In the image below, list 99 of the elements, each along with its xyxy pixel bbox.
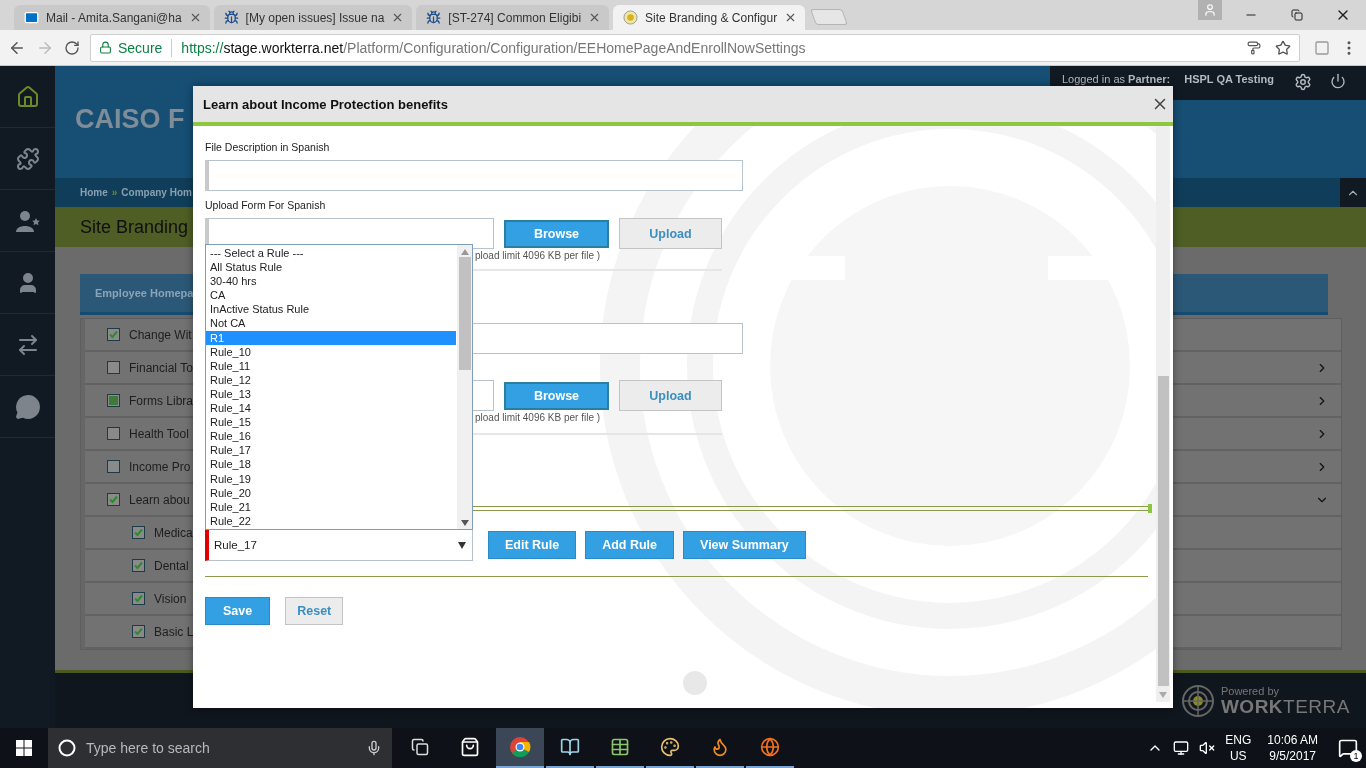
puzzle-icon bbox=[15, 146, 40, 171]
bug-icon bbox=[426, 10, 442, 25]
checkbox[interactable] bbox=[132, 559, 145, 572]
power-icon[interactable] bbox=[1329, 73, 1346, 89]
dropdown-option[interactable]: Rule_15 bbox=[206, 415, 456, 430]
reload-icon[interactable] bbox=[64, 39, 80, 56]
bag-icon bbox=[460, 737, 480, 757]
task-view-icon bbox=[411, 738, 429, 756]
browser-tab[interactable]: Mail - Amita.Sangani@ha bbox=[14, 5, 210, 30]
flame-icon bbox=[710, 737, 730, 757]
dropdown-option[interactable]: Rule_22 bbox=[206, 513, 456, 528]
scroll-down-icon[interactable] bbox=[460, 520, 469, 526]
dropdown-option[interactable]: Rule_18 bbox=[206, 457, 456, 472]
network-icon[interactable] bbox=[1173, 740, 1190, 756]
checkbox[interactable] bbox=[107, 460, 120, 473]
dropdown-option[interactable]: InActive Status Rule bbox=[206, 302, 456, 317]
security-status: Secure bbox=[118, 39, 163, 56]
emblem-icon bbox=[623, 10, 639, 25]
field-label: File Description in Spanish bbox=[205, 140, 330, 154]
dropdown-option[interactable]: All Status Rule bbox=[206, 260, 456, 275]
dropdown-option[interactable]: Rule_12 bbox=[206, 372, 456, 387]
upload-hint: pload limit 4096 KB per file ) bbox=[475, 250, 601, 261]
checkbox[interactable] bbox=[107, 361, 120, 374]
clock[interactable]: 10:06 AM 9/5/2017 bbox=[1267, 732, 1318, 764]
search-input[interactable]: Type here to search bbox=[84, 739, 358, 757]
login-text: Logged in as Partner: bbox=[1062, 73, 1171, 85]
row-label: Medica bbox=[154, 525, 193, 540]
dropdown-option[interactable]: --- Select a Rule --- bbox=[206, 246, 456, 261]
restore-icon[interactable] bbox=[1291, 9, 1303, 21]
row-label: Vision bbox=[154, 591, 187, 606]
dialog-title: Learn about Income Protection benefits bbox=[203, 96, 448, 112]
browser-tab[interactable]: [My open issues] Issue na bbox=[213, 5, 413, 30]
logo-icon bbox=[1180, 683, 1215, 718]
settings-icon[interactable] bbox=[1293, 73, 1312, 91]
chrome-icon bbox=[509, 736, 531, 758]
checkbox[interactable] bbox=[107, 493, 120, 506]
row-label: Income Pro bbox=[129, 459, 191, 474]
search-field[interactable]: Type here to search bbox=[48, 728, 392, 768]
dropdown-option[interactable]: 30-40 hrs bbox=[206, 274, 456, 289]
globe-icon bbox=[760, 737, 780, 757]
breadcrumb-link[interactable]: Company Hom bbox=[121, 187, 192, 198]
dropdown-option[interactable]: Rule_19 bbox=[206, 471, 456, 486]
windows-icon bbox=[16, 740, 32, 756]
dropdown-option[interactable]: Rule_10 bbox=[206, 344, 456, 359]
user-name: HSPL QA Testing bbox=[1184, 73, 1274, 85]
dropdown-option[interactable]: CA bbox=[206, 288, 456, 303]
user-star-icon bbox=[14, 208, 41, 233]
url-text: https://stage.workterra.net/Platform/Configuration/Configuration/EEHomePageAndEnrollNowSettings bbox=[181, 39, 807, 56]
row-label: Learn abou bbox=[129, 492, 190, 507]
language-indicator[interactable]: ENG US bbox=[1225, 732, 1252, 764]
volume-muted-icon[interactable] bbox=[1199, 740, 1216, 756]
powered-by-text: Powered by bbox=[1220, 685, 1281, 697]
text-field[interactable] bbox=[205, 160, 743, 191]
chat-icon bbox=[14, 393, 41, 420]
checkbox[interactable] bbox=[132, 625, 145, 638]
row-label: Dental bbox=[154, 558, 189, 573]
rule-dropdown-list[interactable]: --- Select a Rule --- All Status Rule 30-40 hrs CA InActive Status Rule Not CA R1 Rule_10 Rule_11 Rule_12 Rule_13 Rule_14 Rule_15 Rule_16 Rule_17 Rule_18 Rule_19 Rule_20 Rule_21 Rule_22 bbox=[205, 244, 473, 530]
address-bar[interactable]: Secure https://stage.workterra.net/Platform/Configuration/Configuration/EEHomePageAndEnrollNowSettings bbox=[90, 33, 1300, 62]
microphone-icon[interactable] bbox=[366, 740, 382, 756]
checkbox[interactable] bbox=[107, 427, 120, 440]
lock-icon bbox=[99, 41, 112, 54]
paint-roller-icon[interactable] bbox=[1247, 40, 1261, 55]
row-label: Financial To bbox=[129, 360, 193, 375]
browser-tab[interactable]: Site Branding & Configur bbox=[613, 5, 806, 30]
bookmark-icon[interactable] bbox=[1275, 39, 1291, 56]
dropdown-option[interactable]: Rule_17 bbox=[206, 443, 456, 458]
row-label: Change Wit bbox=[129, 327, 192, 342]
dropdown-option[interactable]: Not CA bbox=[206, 316, 456, 331]
book-icon bbox=[560, 737, 580, 757]
dropdown-option[interactable]: Rule_13 bbox=[206, 386, 456, 402]
dropdown-option[interactable]: Rule_16 bbox=[206, 429, 456, 444]
mail-icon bbox=[24, 10, 39, 25]
breadcrumb-separator: » bbox=[111, 187, 118, 198]
site-title: CAISO F bbox=[75, 104, 185, 134]
dropdown-option[interactable]: Rule_11 bbox=[206, 358, 456, 373]
bug-icon bbox=[223, 10, 239, 25]
dropdown-option[interactable]: Rule_14 bbox=[206, 401, 456, 416]
panel-title: Employee Homepa bbox=[95, 287, 194, 299]
upload-hint: pload limit 4096 KB per file ) bbox=[475, 412, 601, 423]
page-title: Site Branding bbox=[80, 216, 189, 238]
home-icon bbox=[15, 84, 40, 109]
row-label: Health Tool bbox=[129, 426, 189, 441]
scrollbar[interactable] bbox=[1156, 126, 1170, 702]
dropdown-option[interactable]: Rule_21 bbox=[206, 499, 456, 514]
scrollbar[interactable] bbox=[457, 245, 472, 529]
brand-name: WORKTERRA bbox=[1220, 696, 1350, 716]
browser-tab[interactable]: [ST-274] Common Eligibi bbox=[416, 5, 610, 30]
field-label: Upload Form For Spanish bbox=[205, 198, 326, 212]
checkbox[interactable] bbox=[132, 526, 145, 539]
checkbox[interactable] bbox=[132, 592, 145, 605]
search-icon bbox=[58, 739, 76, 757]
table-icon bbox=[610, 737, 630, 757]
breadcrumb-link[interactable]: Home bbox=[80, 187, 108, 198]
checkbox[interactable] bbox=[107, 328, 120, 341]
palette-icon bbox=[660, 737, 680, 757]
dropdown-option[interactable]: Rule_20 bbox=[206, 485, 456, 500]
row-label: Basic L bbox=[154, 624, 194, 639]
row-label: Forms Libra bbox=[129, 393, 193, 408]
user-icon bbox=[1203, 3, 1217, 17]
